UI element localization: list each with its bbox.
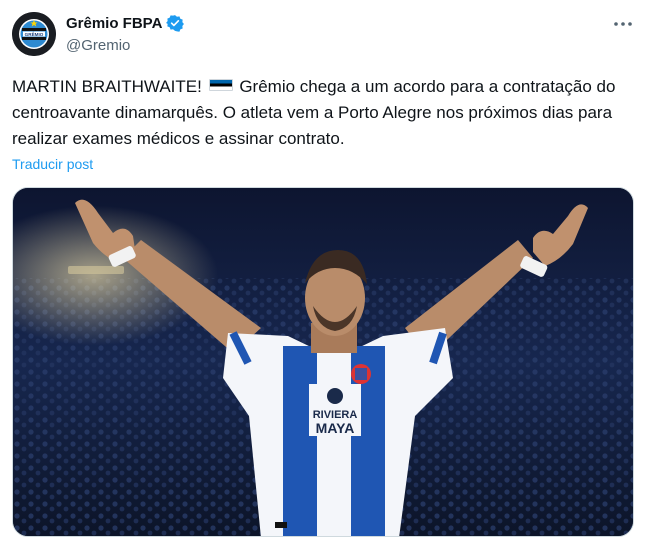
verified-badge-icon [166,14,185,32]
estonia-flag-icon [208,79,233,91]
name-row: Grêmio FBPA [66,14,185,32]
more-options-icon[interactable] [612,14,634,34]
translate-post-link[interactable]: Traducir post [12,156,93,172]
avatar-logo-text: GRÊMIO [25,30,44,37]
tweet-text-start: MARTIN BRAITHWAITE! [12,77,202,96]
avatar[interactable]: GRÊMIO [12,12,56,56]
tweet-photo[interactable]: RIVIERA MAYA [12,187,634,537]
tweet-text: MARTIN BRAITHWAITE! Grêmio chega a um ac… [12,74,632,152]
display-name[interactable]: Grêmio FBPA [66,15,162,32]
tweet: GRÊMIO Grêmio FBPA @Gremio MARTIN BRAITH… [0,0,648,543]
handle[interactable]: @Gremio [66,37,130,54]
jersey-sponsor-line2: MAYA [316,420,355,436]
